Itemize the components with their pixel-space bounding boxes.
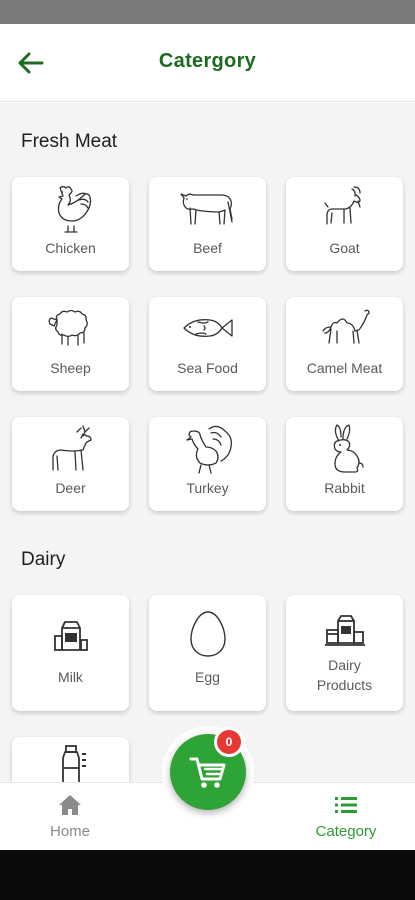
fresh-meat-grid: Chicken Beef Goat Sheep Sea Food Camel M… bbox=[12, 177, 403, 511]
list-icon bbox=[335, 797, 357, 813]
nav-home-label: Home bbox=[49, 823, 90, 840]
category-card-sea-food[interactable]: Sea Food bbox=[149, 297, 266, 391]
milk-icon bbox=[53, 621, 88, 651]
category-label: Egg bbox=[195, 669, 220, 685]
page-title: Catergory bbox=[158, 50, 257, 72]
category-card-rabbit[interactable]: Rabbit bbox=[286, 417, 403, 511]
category-label: Goat bbox=[329, 240, 360, 256]
nav-home[interactable]: Home bbox=[10, 791, 130, 840]
category-card-beef[interactable]: Beef bbox=[149, 177, 266, 271]
sheep-icon bbox=[48, 309, 88, 346]
camel-icon bbox=[321, 309, 370, 344]
milk-bottle-icon bbox=[61, 745, 86, 782]
status-bar bbox=[0, 0, 415, 24]
category-label: Sheep bbox=[50, 360, 91, 376]
deer-icon bbox=[51, 425, 92, 471]
egg-icon bbox=[189, 611, 226, 657]
nav-category[interactable]: Category bbox=[286, 791, 406, 840]
turkey-icon bbox=[185, 425, 232, 474]
goat-icon bbox=[323, 186, 361, 225]
section-title-dairy: Dairy bbox=[21, 549, 66, 570]
fish-icon bbox=[182, 319, 233, 337]
cart-icon bbox=[189, 757, 226, 788]
home-icon bbox=[59, 795, 81, 815]
chicken-icon bbox=[57, 185, 91, 233]
system-nav-bar bbox=[0, 850, 415, 900]
category-label: Rabbit bbox=[324, 480, 365, 496]
dairy-products-icon bbox=[324, 615, 365, 646]
category-label: Turkey bbox=[186, 480, 229, 496]
category-card-turkey[interactable]: Turkey bbox=[149, 417, 266, 511]
category-content[interactable]: Fresh Meat Chicken Beef Goat Sheep Sea F… bbox=[0, 103, 415, 782]
category-card-goat[interactable]: Goat bbox=[286, 177, 403, 271]
cow-icon bbox=[179, 193, 233, 225]
category-card-milk-bottle[interactable] bbox=[12, 737, 129, 782]
category-label: Dairy Products bbox=[316, 657, 373, 693]
category-card-dairy-products[interactable]: Dairy Products bbox=[286, 595, 403, 711]
category-card-egg[interactable]: Egg bbox=[149, 595, 266, 711]
category-card-camel-meat[interactable]: Camel Meat bbox=[286, 297, 403, 391]
category-label: Sea Food bbox=[177, 360, 238, 376]
category-label: Camel Meat bbox=[306, 360, 383, 376]
section-title-fresh-meat: Fresh Meat bbox=[21, 131, 118, 152]
category-label: Milk bbox=[58, 669, 83, 685]
rabbit-icon bbox=[333, 424, 364, 473]
category-label: Chicken bbox=[45, 240, 96, 256]
category-card-chicken[interactable]: Chicken bbox=[12, 177, 129, 271]
category-label: Beef bbox=[193, 240, 222, 256]
category-card-deer[interactable]: Deer bbox=[12, 417, 129, 511]
category-card-milk[interactable]: Milk bbox=[12, 595, 129, 711]
app-bar: Catergory bbox=[0, 24, 415, 102]
category-card-sheep[interactable]: Sheep bbox=[12, 297, 129, 391]
nav-category-label: Category bbox=[315, 823, 377, 840]
cart-count-badge: 0 bbox=[214, 727, 244, 757]
category-label: Deer bbox=[55, 480, 86, 496]
